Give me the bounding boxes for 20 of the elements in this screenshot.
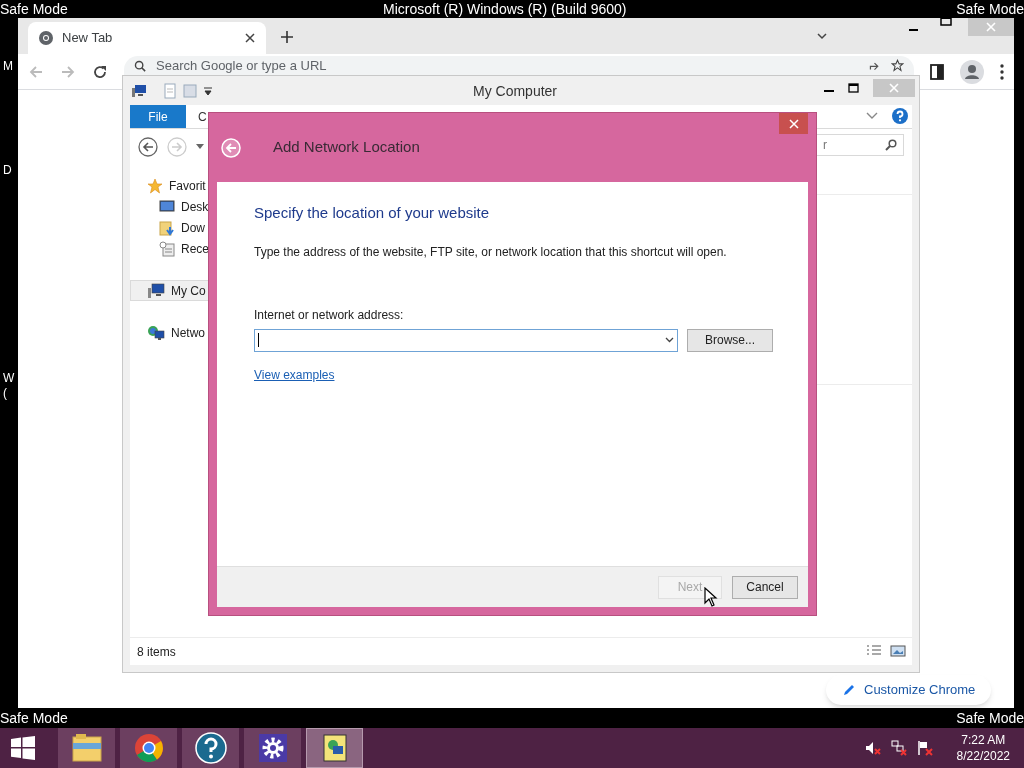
- desktop-label: Safe Mode: [0, 710, 68, 726]
- desktop-icon-label: (: [3, 385, 7, 401]
- desktop-label: Safe Mode: [956, 1, 1024, 17]
- desktop-label: Safe Mode: [0, 1, 68, 17]
- search-placeholder: r: [823, 137, 828, 154]
- window-title: My Computer: [473, 82, 558, 101]
- desktop-icon-label: M: [3, 58, 13, 74]
- instruction-text: Type the address of the website, FTP site, or network location that this shortcut will open.: [254, 243, 728, 261]
- desktop-label: Microsoft (R) Windows (R) (Build 9600): [383, 1, 627, 17]
- desktop-icon-label: D: [3, 162, 12, 178]
- field-label: Internet or network address:: [254, 306, 405, 324]
- status-text: 8 items: [137, 643, 176, 661]
- clock-time: 7:22 AM: [961, 732, 1006, 748]
- dialog-title: Add Network Location: [273, 137, 420, 158]
- dialog-heading: Specify the location of your website: [254, 203, 491, 223]
- address-placeholder: Search Google or type a URL: [156, 59, 327, 73]
- clock-date: 8/22/2022: [956, 748, 1010, 764]
- desktop-label: Safe Mode: [956, 710, 1024, 726]
- desktop-icon-label: W: [3, 370, 15, 386]
- tab-title: New Tab: [62, 29, 114, 48]
